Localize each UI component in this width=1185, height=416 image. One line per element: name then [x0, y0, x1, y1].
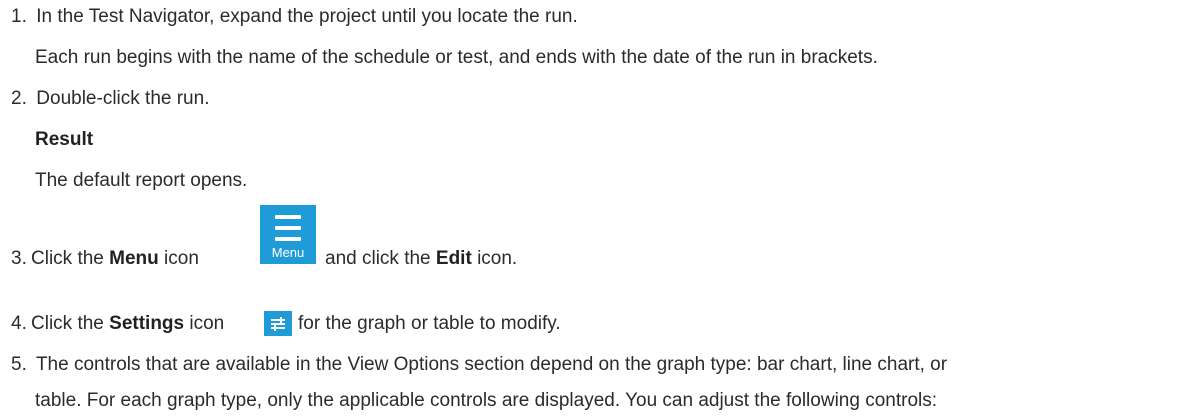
step-4-continued: for the graph or table to modify.	[298, 313, 561, 334]
step-3-continued: and click the Edit icon.	[325, 248, 518, 269]
result-heading: Result	[35, 129, 94, 150]
settings-term: Settings	[109, 313, 185, 334]
step-5-line-2: table. For each graph type, only the app…	[35, 390, 938, 411]
edit-term: Edit	[435, 248, 472, 269]
step-number: 1.	[11, 6, 27, 27]
step-1-detail: Each run begins with the name of the sch…	[35, 47, 878, 68]
step-number: 5.	[11, 354, 27, 375]
step-text: Double-click the run.	[36, 88, 210, 109]
step-4: 4. Click the Settings icon	[11, 313, 225, 334]
step-1: 1. In the Test Navigator, expand the pro…	[11, 6, 578, 28]
step-text: In the Test Navigator, expand the projec…	[36, 6, 578, 27]
document-page: 1. In the Test Navigator, expand the pro…	[0, 0, 1185, 416]
step-number: 3.	[11, 248, 27, 269]
step-number: 2.	[11, 88, 27, 109]
step-text: The controls that are available in the V…	[35, 354, 948, 375]
step-5: 5. The controls that are available in th…	[11, 354, 947, 376]
settings-sliders-icon	[264, 311, 292, 336]
step-2: 2. Double-click the run.	[11, 88, 209, 110]
step-number: 4.	[11, 313, 27, 334]
menu-term: Menu	[109, 248, 159, 269]
step-3: 3. Click the Menu icon	[11, 248, 199, 269]
result-text: The default report opens.	[35, 170, 248, 191]
menu-icon: Menu	[260, 205, 316, 264]
menu-icon-label: Menu	[271, 245, 305, 260]
